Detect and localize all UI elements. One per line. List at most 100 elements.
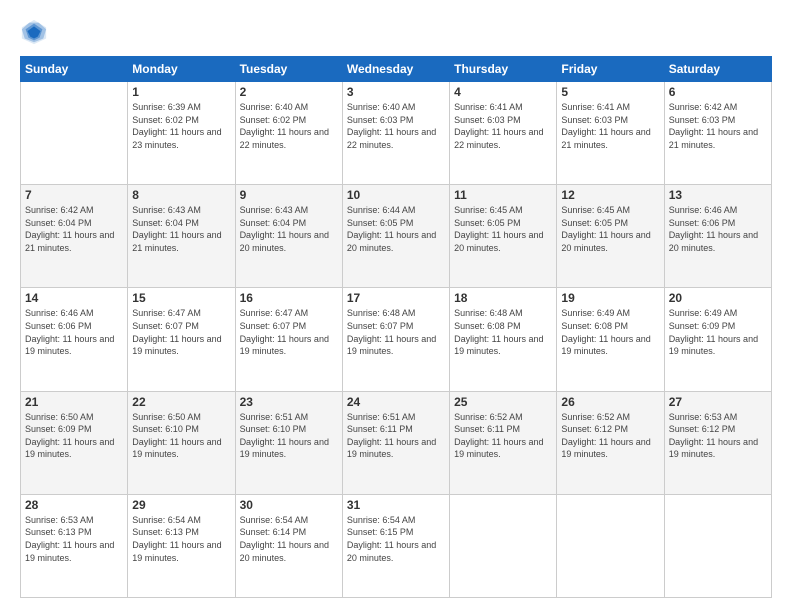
- day-info: Sunrise: 6:47 AM Sunset: 6:07 PM Dayligh…: [240, 307, 338, 357]
- calendar-table: SundayMondayTuesdayWednesdayThursdayFrid…: [20, 56, 772, 598]
- day-number: 29: [132, 498, 230, 512]
- calendar-cell: 2 Sunrise: 6:40 AM Sunset: 6:02 PM Daylig…: [235, 82, 342, 185]
- day-info: Sunrise: 6:47 AM Sunset: 6:07 PM Dayligh…: [132, 307, 230, 357]
- day-number: 3: [347, 85, 445, 99]
- calendar-cell: 8 Sunrise: 6:43 AM Sunset: 6:04 PM Daylig…: [128, 185, 235, 288]
- day-number: 10: [347, 188, 445, 202]
- day-number: 30: [240, 498, 338, 512]
- day-info: Sunrise: 6:45 AM Sunset: 6:05 PM Dayligh…: [454, 204, 552, 254]
- day-info: Sunrise: 6:53 AM Sunset: 6:12 PM Dayligh…: [669, 411, 767, 461]
- day-info: Sunrise: 6:42 AM Sunset: 6:04 PM Dayligh…: [25, 204, 123, 254]
- day-number: 18: [454, 291, 552, 305]
- day-info: Sunrise: 6:41 AM Sunset: 6:03 PM Dayligh…: [454, 101, 552, 151]
- day-info: Sunrise: 6:49 AM Sunset: 6:08 PM Dayligh…: [561, 307, 659, 357]
- calendar-cell: 21 Sunrise: 6:50 AM Sunset: 6:09 PM Dayli…: [21, 391, 128, 494]
- day-number: 16: [240, 291, 338, 305]
- calendar-cell: 31 Sunrise: 6:54 AM Sunset: 6:15 PM Dayli…: [342, 494, 449, 597]
- day-info: Sunrise: 6:50 AM Sunset: 6:10 PM Dayligh…: [132, 411, 230, 461]
- day-number: 19: [561, 291, 659, 305]
- calendar-cell: 20Sunrise: 6:49 AM Sunset: 6:09 PM Dayli…: [664, 288, 771, 391]
- calendar-cell: 5 Sunrise: 6:41 AM Sunset: 6:03 PM Daylig…: [557, 82, 664, 185]
- calendar-cell: 9 Sunrise: 6:43 AM Sunset: 6:04 PM Daylig…: [235, 185, 342, 288]
- day-info: Sunrise: 6:54 AM Sunset: 6:14 PM Dayligh…: [240, 514, 338, 564]
- week-row-3: 14 Sunrise: 6:46 AM Sunset: 6:06 PM Dayli…: [21, 288, 772, 391]
- day-info: Sunrise: 6:44 AM Sunset: 6:05 PM Dayligh…: [347, 204, 445, 254]
- day-number: 5: [561, 85, 659, 99]
- calendar-cell: 7 Sunrise: 6:42 AM Sunset: 6:04 PM Daylig…: [21, 185, 128, 288]
- day-info: Sunrise: 6:50 AM Sunset: 6:09 PM Dayligh…: [25, 411, 123, 461]
- calendar-cell: 12 Sunrise: 6:45 AM Sunset: 6:05 PM Dayli…: [557, 185, 664, 288]
- day-number: 14: [25, 291, 123, 305]
- day-number: 21: [25, 395, 123, 409]
- calendar-cell: 23 Sunrise: 6:51 AM Sunset: 6:10 PM Dayli…: [235, 391, 342, 494]
- day-info: Sunrise: 6:52 AM Sunset: 6:11 PM Dayligh…: [454, 411, 552, 461]
- day-number: 12: [561, 188, 659, 202]
- day-info: Sunrise: 6:40 AM Sunset: 6:03 PM Dayligh…: [347, 101, 445, 151]
- day-info: Sunrise: 6:41 AM Sunset: 6:03 PM Dayligh…: [561, 101, 659, 151]
- week-row-5: 28 Sunrise: 6:53 AM Sunset: 6:13 PM Dayli…: [21, 494, 772, 597]
- calendar-cell: 10 Sunrise: 6:44 AM Sunset: 6:05 PM Dayli…: [342, 185, 449, 288]
- day-number: 28: [25, 498, 123, 512]
- day-number: 11: [454, 188, 552, 202]
- day-number: 31: [347, 498, 445, 512]
- calendar-cell: 19 Sunrise: 6:49 AM Sunset: 6:08 PM Dayli…: [557, 288, 664, 391]
- day-info: Sunrise: 6:43 AM Sunset: 6:04 PM Dayligh…: [240, 204, 338, 254]
- calendar-cell: 27 Sunrise: 6:53 AM Sunset: 6:12 PM Dayli…: [664, 391, 771, 494]
- day-info: Sunrise: 6:40 AM Sunset: 6:02 PM Dayligh…: [240, 101, 338, 151]
- day-number: 1: [132, 85, 230, 99]
- weekday-header-friday: Friday: [557, 57, 664, 82]
- day-number: 27: [669, 395, 767, 409]
- day-number: 23: [240, 395, 338, 409]
- day-number: 24: [347, 395, 445, 409]
- calendar-cell: 24 Sunrise: 6:51 AM Sunset: 6:11 PM Dayli…: [342, 391, 449, 494]
- calendar-cell: 30 Sunrise: 6:54 AM Sunset: 6:14 PM Dayli…: [235, 494, 342, 597]
- day-number: 17: [347, 291, 445, 305]
- weekday-header-thursday: Thursday: [450, 57, 557, 82]
- calendar-cell: [664, 494, 771, 597]
- calendar-cell: 28 Sunrise: 6:53 AM Sunset: 6:13 PM Dayli…: [21, 494, 128, 597]
- week-row-2: 7 Sunrise: 6:42 AM Sunset: 6:04 PM Daylig…: [21, 185, 772, 288]
- weekday-header-row: SundayMondayTuesdayWednesdayThursdayFrid…: [21, 57, 772, 82]
- calendar-cell: 16 Sunrise: 6:47 AM Sunset: 6:07 PM Dayli…: [235, 288, 342, 391]
- page: SundayMondayTuesdayWednesdayThursdayFrid…: [0, 0, 792, 612]
- day-info: Sunrise: 6:48 AM Sunset: 6:07 PM Dayligh…: [347, 307, 445, 357]
- calendar-cell: 4Sunrise: 6:41 AM Sunset: 6:03 PM Daylig…: [450, 82, 557, 185]
- calendar-cell: 1 Sunrise: 6:39 AM Sunset: 6:02 PM Daylig…: [128, 82, 235, 185]
- calendar-cell: [557, 494, 664, 597]
- day-number: 22: [132, 395, 230, 409]
- day-number: 20: [669, 291, 767, 305]
- day-number: 9: [240, 188, 338, 202]
- day-info: Sunrise: 6:46 AM Sunset: 6:06 PM Dayligh…: [25, 307, 123, 357]
- day-info: Sunrise: 6:52 AM Sunset: 6:12 PM Dayligh…: [561, 411, 659, 461]
- calendar-cell: 3 Sunrise: 6:40 AM Sunset: 6:03 PM Daylig…: [342, 82, 449, 185]
- day-number: 13: [669, 188, 767, 202]
- day-info: Sunrise: 6:54 AM Sunset: 6:13 PM Dayligh…: [132, 514, 230, 564]
- day-info: Sunrise: 6:48 AM Sunset: 6:08 PM Dayligh…: [454, 307, 552, 357]
- day-number: 26: [561, 395, 659, 409]
- day-number: 7: [25, 188, 123, 202]
- calendar-cell: 11 Sunrise: 6:45 AM Sunset: 6:05 PM Dayli…: [450, 185, 557, 288]
- day-info: Sunrise: 6:39 AM Sunset: 6:02 PM Dayligh…: [132, 101, 230, 151]
- day-info: Sunrise: 6:45 AM Sunset: 6:05 PM Dayligh…: [561, 204, 659, 254]
- day-info: Sunrise: 6:42 AM Sunset: 6:03 PM Dayligh…: [669, 101, 767, 151]
- calendar-cell: 25 Sunrise: 6:52 AM Sunset: 6:11 PM Dayli…: [450, 391, 557, 494]
- weekday-header-saturday: Saturday: [664, 57, 771, 82]
- day-info: Sunrise: 6:54 AM Sunset: 6:15 PM Dayligh…: [347, 514, 445, 564]
- day-number: 15: [132, 291, 230, 305]
- calendar-cell: 29 Sunrise: 6:54 AM Sunset: 6:13 PM Dayli…: [128, 494, 235, 597]
- day-info: Sunrise: 6:51 AM Sunset: 6:10 PM Dayligh…: [240, 411, 338, 461]
- day-info: Sunrise: 6:46 AM Sunset: 6:06 PM Dayligh…: [669, 204, 767, 254]
- day-number: 25: [454, 395, 552, 409]
- day-number: 2: [240, 85, 338, 99]
- week-row-4: 21 Sunrise: 6:50 AM Sunset: 6:09 PM Dayli…: [21, 391, 772, 494]
- calendar-cell: 6Sunrise: 6:42 AM Sunset: 6:03 PM Daylig…: [664, 82, 771, 185]
- day-info: Sunrise: 6:51 AM Sunset: 6:11 PM Dayligh…: [347, 411, 445, 461]
- calendar-cell: [450, 494, 557, 597]
- calendar-cell: 22 Sunrise: 6:50 AM Sunset: 6:10 PM Dayli…: [128, 391, 235, 494]
- day-info: Sunrise: 6:53 AM Sunset: 6:13 PM Dayligh…: [25, 514, 123, 564]
- weekday-header-monday: Monday: [128, 57, 235, 82]
- weekday-header-sunday: Sunday: [21, 57, 128, 82]
- day-number: 8: [132, 188, 230, 202]
- day-info: Sunrise: 6:43 AM Sunset: 6:04 PM Dayligh…: [132, 204, 230, 254]
- calendar-cell: 15 Sunrise: 6:47 AM Sunset: 6:07 PM Dayli…: [128, 288, 235, 391]
